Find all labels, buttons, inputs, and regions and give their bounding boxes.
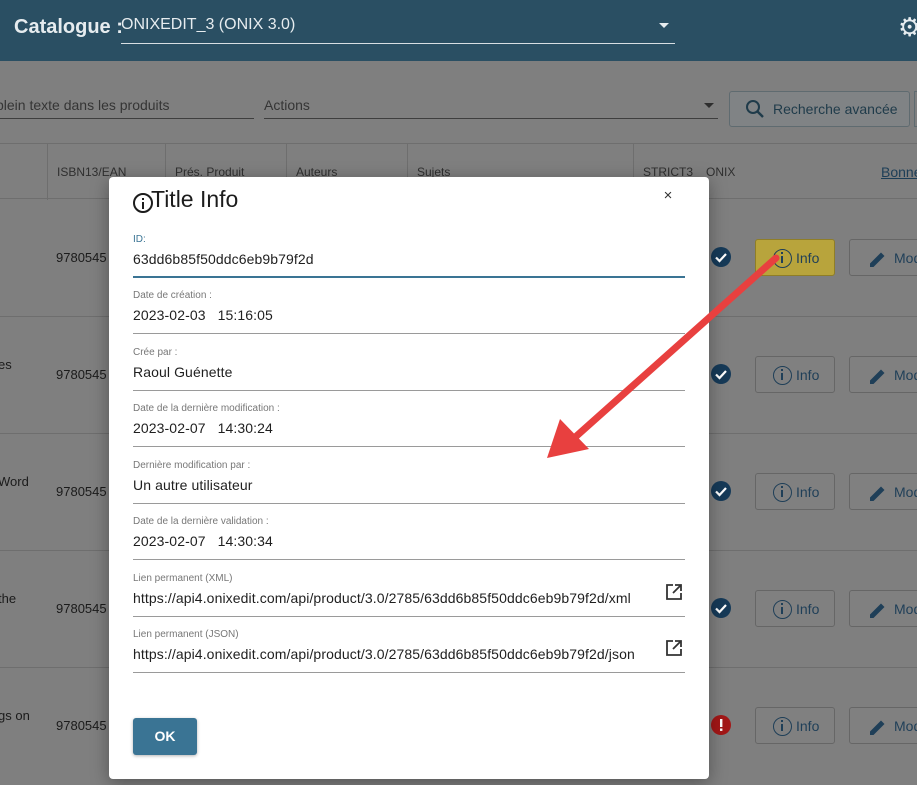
- info-icon: [773, 366, 792, 385]
- pencil-icon: [870, 486, 885, 501]
- field-value: 2023-02-03 15:16:05: [133, 307, 273, 323]
- row-title: es: [0, 357, 12, 372]
- pencil-icon: [870, 720, 885, 735]
- field-label: Dernière modification par :: [133, 460, 251, 471]
- bonne-link[interactable]: Bonne: [881, 164, 917, 180]
- check-circle-icon: [711, 364, 731, 384]
- info-icon: [133, 193, 153, 213]
- created-by-field[interactable]: Crée par : Raoul Guénette: [133, 347, 685, 391]
- last-modified-by-field[interactable]: Dernière modification par : Un autre uti…: [133, 460, 685, 504]
- field-value: Raoul Guénette: [133, 364, 233, 380]
- creation-date-field[interactable]: Date de création : 2023-02-03 15:16:05: [133, 290, 685, 334]
- catalogue-select-value: ONIXEDIT_3 (ONIX 3.0): [121, 16, 296, 33]
- info-button-label: Info: [796, 484, 820, 500]
- field-value: https://api4.onixedit.com/api/product/3.…: [133, 590, 631, 606]
- row-isbn: 9780545: [56, 484, 107, 499]
- pencil-icon: [870, 252, 885, 267]
- modify-button-label: Mod: [894, 601, 917, 617]
- catalogue-select[interactable]: ONIXEDIT_3 (ONIX 3.0): [121, 12, 675, 44]
- advanced-search-label: Recherche avancée: [773, 101, 898, 117]
- row-title: the: [0, 591, 17, 606]
- modify-button[interactable]: Mod: [849, 239, 917, 276]
- pencil-icon: [870, 603, 885, 618]
- modify-button[interactable]: Mod: [849, 473, 917, 510]
- last-validation-date-field[interactable]: Date de la dernière validation : 2023-02…: [133, 516, 685, 560]
- field-value: Un autre utilisateur: [133, 477, 253, 493]
- column-label: ONIX: [706, 165, 736, 179]
- field-value: 63dd6b85f50ddc6eb9b79f2d: [133, 251, 314, 267]
- field-value: https://api4.onixedit.com/api/product/3.…: [133, 646, 635, 662]
- info-icon: [773, 717, 792, 736]
- modify-button[interactable]: Mod: [849, 590, 917, 627]
- id-field[interactable]: ID: 63dd6b85f50ddc6eb9b79f2d: [133, 234, 685, 278]
- search-placeholder: plein texte dans les produits: [0, 97, 170, 113]
- row-isbn: 9780545: [56, 718, 107, 733]
- row-title: gs on: [0, 708, 30, 723]
- check-circle-icon: [711, 481, 731, 501]
- open-in-new-icon[interactable]: [665, 639, 683, 657]
- catalogue-label: Catalogue :: [14, 16, 123, 38]
- close-icon[interactable]: ×: [661, 188, 675, 204]
- field-label: Lien permanent (JSON): [133, 629, 239, 640]
- row-isbn: 9780545: [56, 367, 107, 382]
- actions-select[interactable]: Actions: [264, 93, 718, 119]
- field-label: Crée par :: [133, 347, 178, 358]
- fulltext-search-input[interactable]: plein texte dans les produits: [0, 93, 254, 119]
- permalink-xml-field[interactable]: Lien permanent (XML) https://api4.onixed…: [133, 573, 685, 617]
- field-value: 2023-02-07 14:30:34: [133, 533, 273, 549]
- field-label: Date de la dernière modification :: [133, 403, 280, 414]
- gear-icon[interactable]: ⚙: [898, 14, 917, 40]
- modify-button-label: Mod: [894, 367, 917, 383]
- field-label: ID:: [133, 234, 146, 245]
- modify-button-label: Mod: [894, 718, 917, 734]
- info-icon: [773, 249, 792, 268]
- info-button[interactable]: Info: [755, 473, 835, 510]
- row-isbn: 9780545: [56, 250, 107, 265]
- actions-label: Actions: [264, 97, 310, 113]
- info-icon: [773, 483, 792, 502]
- check-circle-icon: [711, 247, 731, 267]
- info-button[interactable]: Info: [755, 239, 835, 276]
- chevron-down-icon: [659, 23, 669, 28]
- modify-button-label: Mod: [894, 250, 917, 266]
- info-button[interactable]: Info: [755, 356, 835, 393]
- pencil-icon: [870, 369, 885, 384]
- info-button[interactable]: Info: [755, 707, 835, 744]
- permalink-json-field[interactable]: Lien permanent (JSON) https://api4.onixe…: [133, 629, 685, 673]
- check-circle-icon: [711, 598, 731, 618]
- info-icon: [773, 600, 792, 619]
- chevron-down-icon: [704, 103, 714, 108]
- info-button-label: Info: [796, 718, 820, 734]
- last-modified-date-field[interactable]: Date de la dernière modification : 2023-…: [133, 403, 685, 447]
- info-button-label: Info: [796, 367, 820, 383]
- toolbar: plein texte dans les produits Actions Re…: [0, 61, 917, 143]
- field-label: Date de la dernière validation :: [133, 516, 269, 527]
- info-button-label: Info: [796, 250, 820, 266]
- row-title: Word: [0, 474, 29, 489]
- open-in-new-icon[interactable]: [665, 583, 683, 601]
- field-label: Date de création :: [133, 290, 212, 301]
- info-button-label: Info: [796, 601, 820, 617]
- error-circle-icon: [711, 715, 731, 735]
- ok-button[interactable]: OK: [133, 718, 197, 755]
- dialog-title: Title Info: [151, 186, 239, 212]
- field-value: 2023-02-07 14:30:24: [133, 420, 273, 436]
- field-label: Lien permanent (XML): [133, 573, 233, 584]
- info-button[interactable]: Info: [755, 590, 835, 627]
- modify-button[interactable]: Mod: [849, 707, 917, 744]
- modify-button-label: Mod: [894, 484, 917, 500]
- modify-button[interactable]: Mod: [849, 356, 917, 393]
- top-bar: Catalogue : ONIXEDIT_3 (ONIX 3.0) ⚙: [0, 0, 917, 61]
- advanced-search-button[interactable]: Recherche avancée: [729, 91, 910, 127]
- title-info-dialog: Title Info × ID: 63dd6b85f50ddc6eb9b79f2…: [109, 177, 709, 779]
- row-isbn: 9780545: [56, 601, 107, 616]
- search-icon: [746, 100, 764, 118]
